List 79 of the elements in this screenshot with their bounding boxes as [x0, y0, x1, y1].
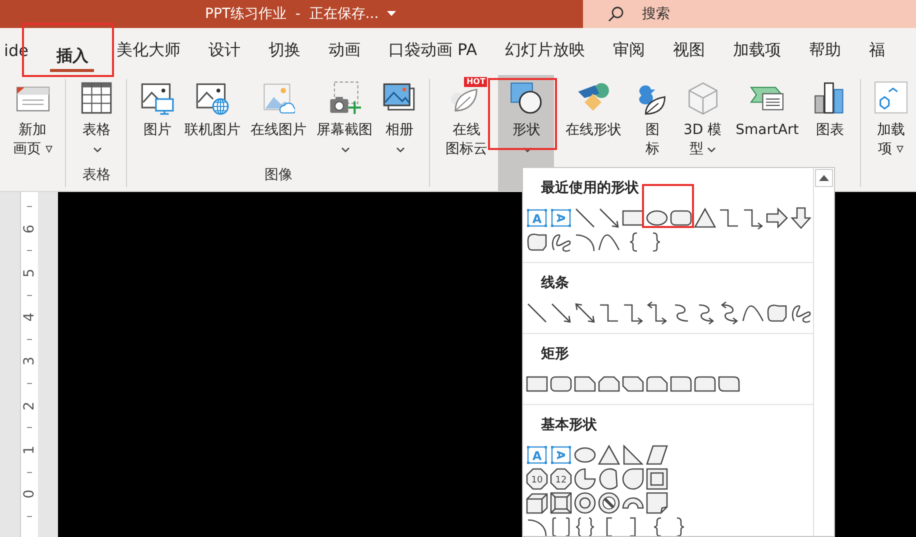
- chart-button[interactable]: 图表: [810, 75, 850, 142]
- caret-icon[interactable]: [386, 11, 396, 17]
- line-shape-icon[interactable]: [573, 206, 597, 230]
- scroll-up-button[interactable]: [815, 169, 833, 187]
- arrow-shape-icon[interactable]: [549, 301, 573, 325]
- shapes-icon: [509, 81, 544, 115]
- ruler-number: 0: [22, 490, 36, 499]
- ribbon-tab[interactable]: 加载项: [727, 31, 788, 72]
- cube-icon: [686, 81, 720, 115]
- octagon-shape-icon[interactable]: 10: [525, 467, 549, 491]
- ribbon-tab[interactable]: 口袋动画 PA: [382, 31, 484, 72]
- ribbon-tab[interactable]: 幻灯片放映: [499, 31, 592, 72]
- ribbon-tab[interactable]: 审阅: [607, 31, 652, 72]
- hexagon-nodes-icon: [874, 81, 908, 115]
- online-image-button[interactable]: 在线图片: [247, 75, 310, 142]
- picture-globe-icon: [195, 81, 230, 115]
- online-shapes-button[interactable]: 在线形状: [562, 75, 624, 142]
- new-slide-button[interactable]: 新加 画页 ▿: [10, 75, 56, 161]
- ruler-number: 4: [22, 312, 36, 322]
- frame-shape-icon[interactable]: [645, 467, 669, 491]
- section-heading: 矩形: [540, 345, 570, 364]
- hot-badge: HOT: [464, 77, 488, 87]
- arrow-shape-icon[interactable]: [597, 206, 621, 230]
- ribbon-tab[interactable]: 设计: [202, 31, 246, 72]
- octagon-shape-icon[interactable]: 12: [549, 467, 573, 491]
- ribbon-tab[interactable]: 福: [863, 31, 892, 72]
- group-label: 图像: [263, 166, 294, 185]
- donut-shape-icon[interactable]: [573, 491, 597, 515]
- caret-icon: [523, 146, 532, 152]
- album-button[interactable]: 相册: [379, 75, 420, 161]
- ribbon-tab[interactable]: 切换: [262, 31, 306, 72]
- righttriangle-shape-icon[interactable]: [621, 443, 645, 467]
- ribbon-tab[interactable]: 帮助: [803, 31, 848, 72]
- ruler-number: 2: [22, 401, 36, 410]
- section-heading: 基本形状: [540, 416, 598, 435]
- triangle-shape-icon[interactable]: [693, 206, 717, 230]
- section-heading: 线条: [540, 274, 570, 293]
- caret-icon: [706, 146, 716, 152]
- triangle-shape-icon[interactable]: [597, 443, 621, 467]
- downarrow-shape-icon[interactable]: [789, 206, 813, 230]
- search-field[interactable]: 搜索: [583, 0, 916, 28]
- teardrop-shape-icon[interactable]: [621, 467, 645, 491]
- table-icon: [79, 81, 114, 115]
- caret-icon: [341, 146, 350, 152]
- caret-icon: [93, 146, 102, 152]
- ruler-number: 6: [22, 224, 36, 234]
- icon-cloud-button[interactable]: HOT 在线 图标云: [442, 75, 490, 161]
- window-title: PPT练习作业 - 正在保存...: [205, 5, 379, 23]
- rightarrow-shape-icon[interactable]: [765, 206, 789, 230]
- elbowdouble-shape-icon[interactable]: [645, 301, 669, 325]
- table-button[interactable]: 表格: [76, 75, 116, 161]
- doublearrow-shape-icon[interactable]: [573, 301, 597, 325]
- screenshot-button[interactable]: 屏幕截图: [313, 75, 376, 161]
- ribbon-tab[interactable]: 插入: [50, 37, 94, 72]
- ruler-number: 5: [22, 268, 36, 278]
- 3d-model-button[interactable]: 3D 模 型: [680, 75, 725, 161]
- search-icon: [607, 5, 625, 23]
- cube-shape-icon[interactable]: [525, 491, 549, 515]
- picture-monitor-icon: [140, 81, 174, 115]
- icons-button[interactable]: 图 标: [632, 75, 672, 161]
- ribbon-tab[interactable]: 美化大师: [110, 31, 186, 72]
- caret-up-icon: [819, 175, 829, 181]
- picture-cloud-icon: [261, 81, 296, 115]
- camera-icon: [327, 81, 362, 115]
- parallelogram-shape-icon[interactable]: [645, 443, 669, 467]
- ribbon-tab[interactable]: 动画: [322, 31, 366, 72]
- bevel-shape-icon[interactable]: [549, 491, 573, 515]
- online-picture-button[interactable]: 联机图片: [181, 75, 244, 142]
- smartart-button[interactable]: SmartArt: [732, 75, 802, 142]
- ruler-number: 3: [22, 357, 36, 366]
- picture-button[interactable]: 图片: [137, 75, 178, 142]
- add-ins-button[interactable]: 加载 项 ▿: [870, 75, 911, 161]
- ruler-number: 1: [22, 446, 36, 454]
- bracepair-shape-icon[interactable]: [573, 515, 597, 536]
- ribbon-tab[interactable]: 视图: [667, 31, 712, 72]
- line-shape-icon[interactable]: [525, 301, 549, 325]
- pie-shape-icon[interactable]: [573, 467, 597, 491]
- group-label: 表格: [81, 166, 112, 185]
- caret-icon: [396, 146, 406, 152]
